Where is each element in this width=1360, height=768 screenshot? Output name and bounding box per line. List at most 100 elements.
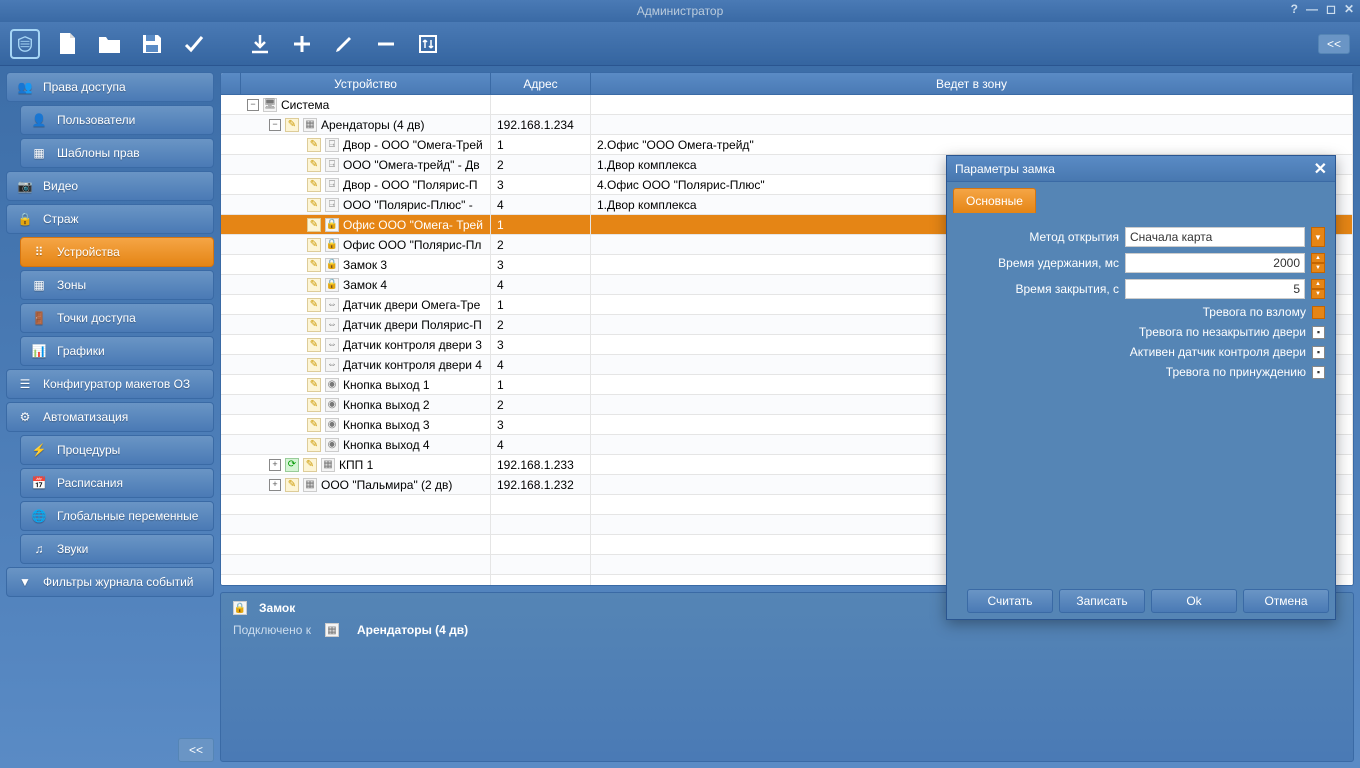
tree-expander[interactable]: − (269, 119, 281, 131)
collapse-sidebar-button[interactable]: << (178, 738, 214, 762)
door-icon (325, 178, 339, 192)
sidebar-item-templates[interactable]: ▦Шаблоны прав (20, 138, 214, 168)
door-sensor-checkbox[interactable]: ▪ (1312, 346, 1325, 359)
device-address: 2 (491, 315, 591, 334)
layers-icon: ☰ (17, 376, 33, 392)
edit-icon[interactable] (330, 30, 358, 58)
dev-icon (303, 478, 317, 492)
lock-icon: 🔒 (17, 211, 33, 227)
edit-icon (307, 258, 321, 272)
sidebar-item-access-rights[interactable]: 👥Права доступа (6, 72, 214, 102)
hold-time-label: Время удержания, мс (998, 256, 1119, 270)
spin-down-icon[interactable]: ▼ (1311, 263, 1325, 273)
write-button[interactable]: Записать (1059, 589, 1145, 613)
dialog-titlebar[interactable]: Параметры замка ✕ (947, 156, 1335, 182)
device-zone: 2.Офис "ООО Омега-трейд" (591, 135, 1353, 154)
sidebar-item-sounds[interactable]: ♫Звуки (20, 534, 214, 564)
edit-icon (307, 338, 321, 352)
sidebar-item-label: Шаблоны прав (57, 146, 140, 160)
edit-icon (307, 418, 321, 432)
add-icon[interactable] (288, 30, 316, 58)
titlebar: Администратор ? — ◻ ✕ (0, 0, 1360, 22)
col-address[interactable]: Адрес (491, 73, 591, 94)
ok-button[interactable]: Ok (1151, 589, 1237, 613)
device-address: 192.168.1.234 (491, 115, 591, 134)
content-area: Устройство Адрес Ведет в зону −Система−А… (220, 72, 1354, 762)
sidebar-item-access-points[interactable]: 🚪 Точки доступа (20, 303, 214, 333)
minimize-icon[interactable]: — (1306, 2, 1318, 16)
tree-expander[interactable]: + (269, 479, 281, 491)
spin-up-icon[interactable]: ▲ (1311, 253, 1325, 263)
device-name: ООО "Полярис-Плюс" - (343, 198, 473, 212)
hold-time-input[interactable]: 2000 (1125, 253, 1305, 273)
sidebar-item-procedures[interactable]: ⚡Процедуры (20, 435, 214, 465)
unclose-alarm-label: Тревога по незакрытию двери (1139, 325, 1306, 339)
sidebar-item-users[interactable]: 👤Пользователи (20, 105, 214, 135)
dialog-title: Параметры замка (955, 162, 1055, 176)
close-icon[interactable]: ✕ (1344, 2, 1354, 16)
door-sensor-label: Активен датчик контроля двери (1130, 345, 1306, 359)
help-icon[interactable]: ? (1291, 2, 1298, 16)
table-row[interactable]: Двор - ООО "Омега-Трей12.Офис "ООО Омега… (221, 135, 1353, 155)
sidebar-item-guard[interactable]: 🔒Страж (6, 204, 214, 234)
download-icon[interactable] (246, 30, 274, 58)
device-name: Двор - ООО "Полярис-П (343, 178, 478, 192)
sidebar-item-video[interactable]: 📷Видео (6, 171, 214, 201)
remove-icon[interactable] (372, 30, 400, 58)
new-file-icon[interactable] (54, 30, 82, 58)
device-zone (591, 95, 1353, 114)
sidebar-item-label: Конфигуратор макетов ОЗ (43, 377, 190, 391)
force-alarm-checkbox[interactable]: ▪ (1312, 366, 1325, 379)
dev-icon (303, 118, 317, 132)
open-folder-icon[interactable] (96, 30, 124, 58)
col-device[interactable]: Устройство (241, 73, 491, 94)
device-name: Кнопка выход 3 (343, 418, 430, 432)
apply-icon[interactable] (180, 30, 208, 58)
table-row[interactable]: −Арендаторы (4 дв)192.168.1.234 (221, 115, 1353, 135)
collapse-right-button[interactable]: << (1318, 34, 1350, 54)
lock-icon (325, 218, 339, 232)
edit-icon (307, 198, 321, 212)
device-address: 2 (491, 395, 591, 414)
sidebar-item-automation[interactable]: ⚙Автоматизация (6, 402, 214, 432)
sidebar-item-label: Точки доступа (57, 311, 136, 325)
door-icon: 🚪 (31, 310, 47, 326)
device-address: 1 (491, 215, 591, 234)
dropdown-icon[interactable]: ▼ (1311, 227, 1325, 247)
read-button[interactable]: Считать (967, 589, 1053, 613)
maximize-icon[interactable]: ◻ (1326, 2, 1336, 16)
tree-expander[interactable]: − (247, 99, 259, 111)
edit-icon (307, 138, 321, 152)
sidebar-item-label: Права доступа (43, 80, 126, 94)
table-row[interactable]: −Система (221, 95, 1353, 115)
tree-expander[interactable]: + (269, 459, 281, 471)
device-name: Двор - ООО "Омега-Трей (343, 138, 483, 152)
spin-up-icon[interactable]: ▲ (1311, 279, 1325, 289)
sidebar-item-zones[interactable]: ▦Зоны (20, 270, 214, 300)
automation-icon: ⚙ (17, 409, 33, 425)
spin-down-icon[interactable]: ▼ (1311, 289, 1325, 299)
sidebar-item-global-vars[interactable]: 🌐Глобальные переменные (20, 501, 214, 531)
col-zone[interactable]: Ведет в зону (591, 73, 1353, 94)
unclose-alarm-checkbox[interactable]: ▪ (1312, 326, 1325, 339)
sidebar-item-label: Звуки (57, 542, 88, 556)
save-icon[interactable] (138, 30, 166, 58)
close-time-input[interactable]: 5 (1125, 279, 1305, 299)
sidebar-item-graphics[interactable]: 📊Графики (20, 336, 214, 366)
tab-main[interactable]: Основные (953, 188, 1036, 213)
zones-icon: ▦ (31, 277, 47, 293)
dialog-close-icon[interactable]: ✕ (1314, 159, 1327, 179)
device-name: Датчик двери Омега-Тре (343, 298, 480, 312)
edit-icon (307, 298, 321, 312)
sidebar-item-label: Глобальные переменные (57, 509, 198, 523)
swap-icon[interactable] (414, 30, 442, 58)
break-alarm-checkbox[interactable] (1312, 306, 1325, 319)
detail-title: Замок (259, 601, 295, 615)
open-method-select[interactable]: Сначала карта (1125, 227, 1305, 247)
edit-icon (307, 318, 321, 332)
cancel-button[interactable]: Отмена (1243, 589, 1329, 613)
sidebar-item-log-filters[interactable]: ▼Фильтры журнала событий (6, 567, 214, 597)
sidebar-item-schedules[interactable]: 📅Расписания (20, 468, 214, 498)
sidebar-item-devices[interactable]: ⠿Устройства (20, 237, 214, 267)
sidebar-item-configurator[interactable]: ☰ Конфигуратор макетов ОЗ (6, 369, 214, 399)
